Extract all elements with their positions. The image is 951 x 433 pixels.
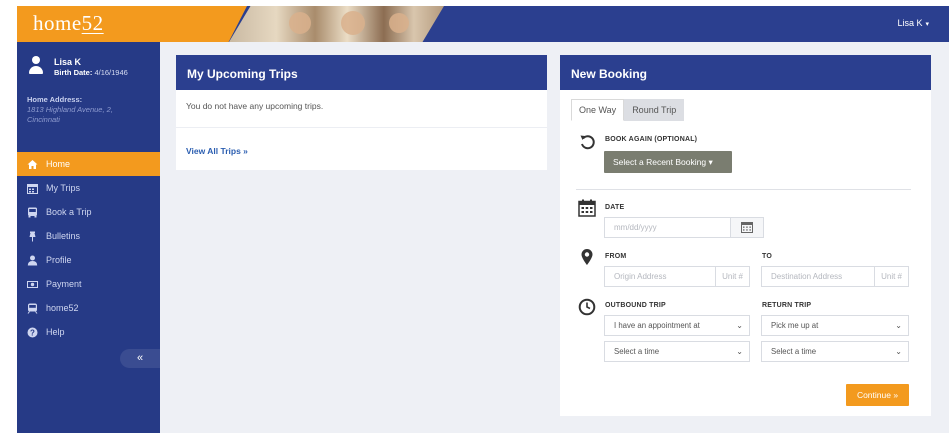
app-frame: home52 Lisa K ▾ Lisa K Birth Date: 4/16/1… [17, 6, 949, 433]
upcoming-trips-panel: My Upcoming Trips You do not have any up… [176, 55, 547, 170]
view-all-trips-link[interactable]: View All Trips » [186, 146, 248, 156]
sidebar-item-my-trips[interactable]: My Trips [17, 176, 160, 200]
birth-date: Birth Date: 4/16/1946 [54, 68, 128, 77]
outbound-time-select[interactable]: Select a time ⌄ [604, 341, 750, 362]
upcoming-trips-title: My Upcoming Trips [176, 55, 547, 90]
tab-one-way[interactable]: One Way [571, 99, 625, 121]
svg-text:?: ? [30, 328, 35, 337]
bus-icon [27, 207, 38, 218]
sidebar-user-name: Lisa K [54, 57, 82, 67]
sidebar-item-label: Home [46, 159, 71, 169]
date-input[interactable]: mm/dd/yyyy [604, 217, 764, 238]
sidebar-item-bulletins[interactable]: Bulletins [17, 224, 160, 248]
destination-unit-input[interactable]: Unit # [874, 267, 908, 286]
sidebar-item-home[interactable]: Home [17, 152, 160, 176]
sidebar-item-label: My Trips [46, 183, 81, 193]
money-icon [27, 279, 38, 290]
trip-type-tabs: One Way Round Trip [571, 99, 685, 121]
home-address-label: Home Address: [27, 95, 83, 104]
sidebar-item-home52[interactable]: home52 [17, 296, 160, 320]
chevron-down-icon: ⌄ [895, 347, 902, 356]
date-label: DATE [605, 204, 625, 211]
outbound-trip-label: OUTBOUND TRIP [605, 302, 666, 309]
sidebar-item-book-a-trip[interactable]: Book a Trip [17, 200, 160, 224]
sidebar-item-label: Bulletins [46, 231, 81, 241]
chevron-down-icon: ⌄ [736, 347, 743, 356]
user-icon [27, 255, 38, 266]
top-header: home52 Lisa K ▾ [17, 6, 949, 42]
home52-logo[interactable]: home52 [33, 11, 104, 36]
outbound-mode-select[interactable]: I have an appointment at ⌄ [604, 315, 750, 336]
sidebar-item-label: Payment [46, 279, 82, 289]
map-marker-icon [578, 248, 596, 266]
caret-down-icon: ▾ [925, 21, 929, 28]
sidebar-item-profile[interactable]: Profile [17, 248, 160, 272]
header-family-photo [229, 6, 444, 42]
home-address: 1813 Highland Avenue, 2, Cincinnati [27, 105, 113, 124]
origin-address-input[interactable]: Origin Address Unit # [604, 266, 750, 287]
train-icon [27, 303, 38, 314]
pin-icon [27, 231, 38, 242]
calendar-icon [27, 183, 38, 194]
return-time-select[interactable]: Select a time ⌄ [761, 341, 909, 362]
return-trip-label: RETURN TRIP [762, 302, 812, 309]
continue-button[interactable]: Continue » [846, 384, 909, 406]
sidebar-item-label: Help [46, 327, 65, 337]
sidebar-item-label: home52 [46, 303, 79, 313]
no-trips-message: You do not have any upcoming trips. [186, 101, 324, 111]
chevron-down-icon: ⌄ [895, 321, 902, 330]
user-menu-dropdown[interactable]: Lisa K ▾ [897, 18, 929, 28]
undo-icon [578, 133, 596, 151]
question-icon: ? [27, 327, 38, 338]
sidebar-item-payment[interactable]: Payment [17, 272, 160, 296]
clock-icon [578, 298, 596, 316]
calendar-icon [741, 222, 753, 233]
sidebar-profile: Lisa K Birth Date: 4/16/1946 [17, 42, 160, 87]
destination-address-input[interactable]: Destination Address Unit # [761, 266, 909, 287]
origin-unit-input[interactable]: Unit # [715, 267, 749, 286]
from-label: FROM [605, 253, 627, 260]
book-again-label: BOOK AGAIN (OPTIONAL) [605, 136, 698, 143]
select-recent-booking-button[interactable]: Select a Recent Booking ▾ [604, 151, 732, 173]
sidebar-nav: Home My Trips Book a Trip Bulletins Prof… [17, 152, 160, 344]
return-mode-select[interactable]: Pick me up at ⌄ [761, 315, 909, 336]
to-label: TO [762, 253, 772, 260]
divider [576, 189, 911, 190]
sidebar: Lisa K Birth Date: 4/16/1946 Home Addres… [17, 42, 160, 433]
chevron-down-icon: ⌄ [736, 321, 743, 330]
date-picker-button[interactable] [730, 218, 763, 237]
brand-area[interactable]: home52 [17, 6, 247, 42]
calendar-icon [578, 199, 596, 217]
divider [176, 127, 547, 128]
sidebar-item-help[interactable]: ? Help [17, 320, 160, 344]
sidebar-collapse-button[interactable]: « [120, 349, 160, 368]
new-booking-panel: New Booking One Way Round Trip BOOK AGAI… [560, 55, 931, 416]
new-booking-title: New Booking [560, 55, 931, 90]
sidebar-item-label: Profile [46, 255, 72, 265]
sidebar-item-label: Book a Trip [46, 207, 92, 217]
tab-round-trip[interactable]: Round Trip [624, 99, 685, 121]
home-icon [27, 159, 38, 170]
user-menu-name: Lisa K [897, 18, 923, 28]
avatar-icon [29, 56, 43, 76]
